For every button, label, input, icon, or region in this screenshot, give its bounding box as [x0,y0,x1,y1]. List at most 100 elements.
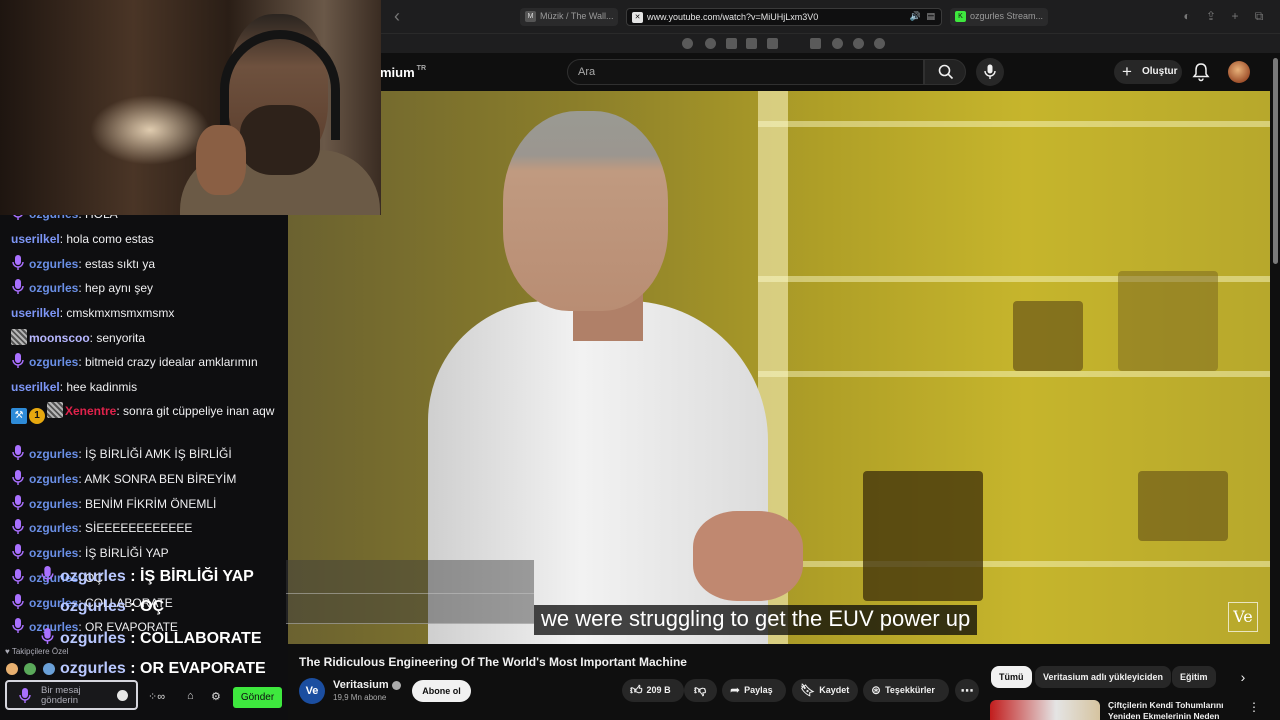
chat-username[interactable]: Xenentre [65,404,116,418]
bookmark-icon[interactable] [853,38,864,49]
recommendation-thumbnail[interactable] [990,700,1100,720]
background-object [1138,471,1228,541]
chat-username[interactable]: ozgurles [29,497,78,511]
tab-overview-icon[interactable]: ⧉ [1252,9,1266,23]
chat-settings-icon[interactable]: ⁘∞ [148,690,165,703]
search-button[interactable] [924,59,966,85]
overlay-chat-line: ozgurles : İŞ BİRLİĞİ YAP [40,566,254,587]
background-shelf [758,561,1270,567]
streamer-hand [196,125,246,195]
bookmark-icon[interactable] [705,38,716,49]
screen: ‹ M Müzik / The Wall... ✕ www.youtube.co… [0,0,1280,720]
more-options-icon[interactable]: ⋮ [1248,700,1260,714]
chat-username[interactable]: ozgurles [29,447,78,461]
emote-icon[interactable] [42,663,55,675]
user-avatar[interactable] [1228,61,1250,83]
channel-watermark[interactable]: Ve [1228,602,1258,632]
chat-message: ozgurles: SİEEEEEEEEEEEE [11,519,283,537]
microphone-badge-icon [12,618,24,633]
chat-username[interactable]: ozgurles [29,281,78,295]
subscribe-button[interactable]: Abone ol [412,680,471,702]
chevron-right-icon[interactable]: › [1234,668,1252,686]
chat-text: : cmskmxmsmxmsmx [59,306,175,320]
thanks-label: Teşekkürler [885,685,935,695]
chat-username[interactable]: userilkel [11,306,60,320]
address-url[interactable]: www.youtube.com/watch?v=MiUHjLxm3V0 [647,12,818,22]
extension-icon[interactable]: ◐ [1180,9,1194,23]
chip-all[interactable]: Tümü [991,666,1032,688]
thanks-button[interactable]: ⊛ Teşekkürler [863,679,949,702]
more-actions-icon[interactable]: ⋯ [955,679,979,702]
new-tab-icon[interactable]: + [1228,9,1242,23]
bookmarks-bar [380,34,1280,53]
share-button[interactable]: ➦ Paylaş [722,679,786,702]
create-button[interactable]: + Oluştur [1114,60,1182,84]
channel-avatar[interactable]: Ve [299,678,325,704]
chat-username[interactable]: ozgurles [29,355,78,369]
chat-message: userilkel: hola como estas [11,230,283,248]
like-count: 209 B [646,685,671,695]
kick-tab-icon: K [955,11,966,22]
reader-icon[interactable]: ▤ [926,11,935,22]
lamp-glow [90,95,210,165]
headphones [220,30,340,140]
overlay-divider [286,593,534,594]
microphone-badge-icon [12,470,24,485]
chat-username[interactable]: ozgurles [29,472,78,486]
bookmark-icon[interactable] [810,38,821,49]
channel-name[interactable]: Veritasium [333,679,401,691]
chat-text: : AMK SONRA BEN BİREYİM [78,472,237,486]
close-tab-icon[interactable]: ✕ [632,12,643,23]
chat-username[interactable]: ozgurles [29,546,78,560]
bookmark-icon[interactable] [767,38,778,49]
chat-message-input[interactable]: Bir mesaj gönderin [5,680,138,710]
back-arrow-icon[interactable]: ‹ [394,7,410,25]
emoji-icon[interactable] [117,690,128,701]
emote-row [6,662,57,676]
presenter-head [503,111,668,311]
background-object [1118,271,1218,371]
search-input[interactable]: Ara [567,59,924,85]
microphone-badge-icon [19,688,31,703]
scrollbar-thumb[interactable] [1273,58,1278,264]
chat-username[interactable]: userilkel [11,380,60,394]
store-icon[interactable]: ⌂ [187,690,194,702]
bookmark-icon[interactable] [832,38,843,49]
chat-username[interactable]: ozgurles [29,257,78,271]
chat-message: ozgurles: İŞ BİRLİĞİ YAP [11,544,283,562]
speaker-icon[interactable]: 🔊 [910,11,921,22]
share-icon[interactable]: ⇪ [1204,9,1218,23]
chat-text: : estas sıktı ya [78,257,156,271]
gear-icon[interactable]: ⚙ [211,690,221,703]
save-button[interactable]: 🔖︎ Kaydet [792,679,858,702]
emote-icon[interactable] [6,663,18,675]
chat-username[interactable]: userilkel [11,232,60,246]
notifications-bell-icon[interactable] [1192,62,1210,82]
dislike-button[interactable]: 👎︎ [684,679,717,702]
microphone-badge-icon [12,445,24,460]
chat-text: : İŞ BİRLİĞİ YAP [78,546,169,560]
bookmark-icon[interactable] [726,38,737,49]
send-button[interactable]: Gönder [233,687,282,708]
overlay-chat-line: ozgurles : OR EVAPORATE [60,660,266,677]
chip-education[interactable]: Eğitim [1172,666,1216,688]
bookmark-icon[interactable] [746,38,757,49]
recommendation-title[interactable]: Çiftçilerin Kendi Tohumlarını Yeniden Ek… [1108,700,1233,720]
tab-music[interactable]: M Müzik / The Wall... [520,8,618,26]
create-label: Oluştur [1142,66,1178,77]
chat-username[interactable]: moonscoo [29,331,90,345]
tab-stream[interactable]: K ozgurles Stream... [950,8,1048,26]
chat-message: moonscoo: senyorita [11,329,283,347]
chip-uploader[interactable]: Veritasium adlı yükleyiciden [1035,666,1172,688]
emote-icon[interactable] [24,663,37,675]
bookmark-icon[interactable] [874,38,885,49]
music-tab-icon: M [525,11,536,22]
chat-username[interactable]: ozgurles [29,521,78,535]
tab-youtube[interactable]: ✕ www.youtube.com/watch?v=MiUHjLxm3V0 🔊 … [626,8,942,26]
voice-search-button[interactable] [976,58,1004,86]
like-button[interactable]: 👍︎ 209 B [622,679,684,702]
chat-text: : hola como estas [59,232,154,246]
chat-text: : SİEEEEEEEEEEEE [78,521,193,535]
youtube-logo[interactable]: mium TR [380,65,426,80]
bookmark-icon[interactable] [682,38,693,49]
